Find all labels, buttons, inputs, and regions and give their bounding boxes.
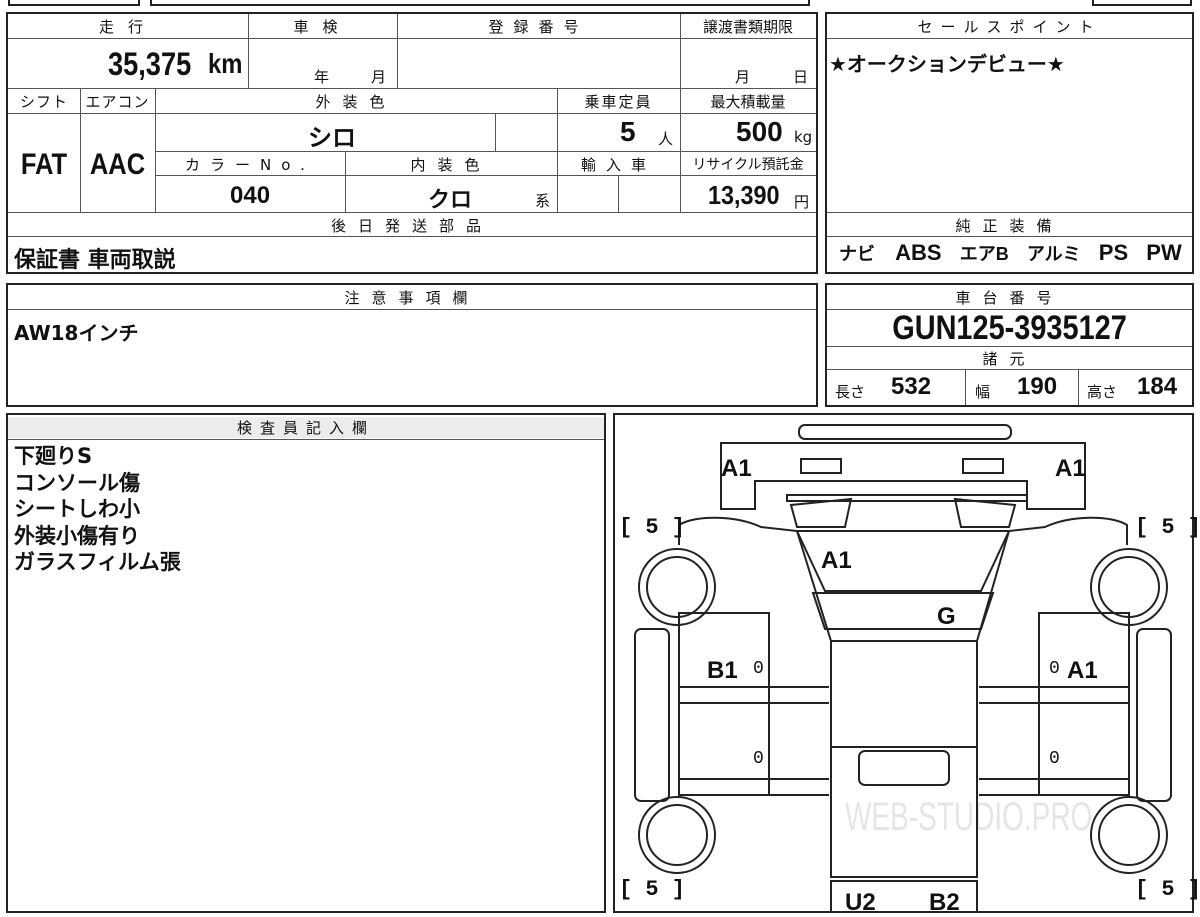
equipment-item: PS [1098,240,1129,265]
later-parts-label: 後日発送部品 [330,217,493,235]
inspector-box: 検査員記入欄 下廻りS コンソール傷 シートしわ小 外装小傷有り ガラスフィルム… [6,413,606,913]
shift-value: FAT [20,148,68,181]
inspector-line: 外装小傷有り [14,523,140,548]
equipment-item: PW [1146,240,1182,265]
sales-point-box: セールスポイント ★オークションデビュー★ 純正装備 ナビ ABS エアB アル… [825,12,1194,274]
panel-mark-zero: 0 [1049,659,1060,679]
tire-tread-rl: [ 5 ] [619,877,686,902]
tire-tread-fl: [ 5 ] [619,515,686,540]
damage-mark-bottom-left: U2 [845,889,876,916]
inspector-line: 下廻りS [14,444,93,468]
damage-mark-rear-left: A1 [721,455,752,482]
notes-label: 注意事項欄 [344,289,480,307]
transfer-month-unit: 月 [735,68,751,86]
equipment-item: ABS [895,240,942,265]
shift-label: シフト [19,93,68,111]
length-label: 長さ [835,383,866,401]
sales-point-text: ★オークションデビュー★ [829,52,1065,76]
notes-text: AW18インチ [14,321,139,345]
equipment-list: ナビ ABS エアB アルミ PS PW [839,240,1182,266]
exterior-color-label: 外装色 [315,93,397,111]
color-no-label: カラーNo. [185,156,315,174]
interior-color-suffix: 系 [535,192,551,210]
equipment-item: アルミ [1026,244,1081,264]
panel-mark-zero: 0 [1049,749,1060,769]
capacity-label: 乗車定員 [584,93,653,111]
inspection-month-unit: 月 [371,68,387,86]
chassis-label: 車台番号 [955,289,1064,307]
panel-mark-zero: 0 [753,659,764,679]
max-load-value: 500 [736,116,783,147]
registration-label: 登録番号 [488,18,589,36]
max-load-unit: kg [794,128,813,146]
inspector-label: 検査員記入欄 [8,417,604,438]
car-damage-diagram: A1 A1 A1 G B1 A1 U2 B2 [ 5 ] [ 5 ] [ 5 ]… [613,413,1200,916]
equipment-item: エアB [959,244,1009,264]
mileage-label: 走行 [98,18,157,36]
top-cropped-box-2 [150,0,810,6]
color-no-value: 040 [230,182,271,209]
recycle-label: リサイクル預託金 [692,157,804,173]
interior-color-value: クロ [428,187,473,212]
top-cropped-box-3 [1092,0,1192,6]
inspection-label: 車検 [293,18,352,36]
damage-mark-rear-right: A1 [1055,455,1086,482]
watermark: WEB-STUDIO.PRO [845,795,1093,839]
vehicle-info-table: 走行 車検 登録番号 譲渡書類期限 35,375 km 年 月 月 日 シフト エ… [6,12,818,274]
equipment-item: ナビ [839,244,875,264]
exterior-color-value: シロ [308,125,356,152]
aircon-label: エアコン [85,93,150,111]
height-label: 高さ [1087,383,1118,401]
later-parts-text: 保証書 車両取説 [14,248,176,273]
damage-mark-hood: A1 [821,547,852,574]
capacity-unit: 人 [658,130,674,148]
import-label: 輸入車 [580,156,656,174]
damage-mark-bottom-right: B2 [929,889,960,916]
top-cropped-box-1 [8,0,140,6]
damage-mark-left-door: B1 [707,657,738,684]
panel-mark-zero: 0 [753,749,764,769]
specs-label: 諸元 [982,350,1037,368]
inspector-line: コンソール傷 [14,470,140,495]
mileage-value: 35,375 km [108,46,243,82]
chassis-value: GUN125-3935127 [892,309,1127,347]
aircon-value: AAC [89,148,146,181]
length-value: 532 [891,373,932,400]
inspector-lines: 下廻りS コンソール傷 シートしわ小 外装小傷有り ガラスフィルム張 [14,443,181,576]
tire-tread-fr: [ 5 ] [1135,515,1200,540]
damage-mark-windshield: G [937,603,956,630]
tire-tread-rr: [ 5 ] [1135,877,1200,902]
capacity-value: 5 [620,116,636,147]
interior-color-label: 内装色 [410,156,492,174]
recycle-value: 13,390 [708,180,780,210]
damage-mark-right-door: A1 [1067,657,1098,684]
inspection-year-unit: 年 [314,68,330,86]
equipment-label: 純正装備 [955,217,1064,235]
transfer-day-unit: 日 [793,68,809,86]
width-label: 幅 [975,383,991,401]
recycle-unit: 円 [794,193,810,211]
transfer-deadline-label: 譲渡書類期限 [702,18,793,36]
chassis-box: 車台番号 GUN125-3935127 諸元 長さ 532 幅 190 高さ 1… [825,283,1194,407]
height-value: 184 [1137,373,1178,400]
notes-box: 注意事項欄 AW18インチ [6,283,818,407]
sales-point-label: セールスポイント [917,18,1102,36]
inspector-line: ガラスフィルム張 [14,550,181,574]
width-value: 190 [1017,373,1058,400]
max-load-label: 最大積載量 [710,93,786,111]
inspector-line: シートしわ小 [14,497,140,521]
